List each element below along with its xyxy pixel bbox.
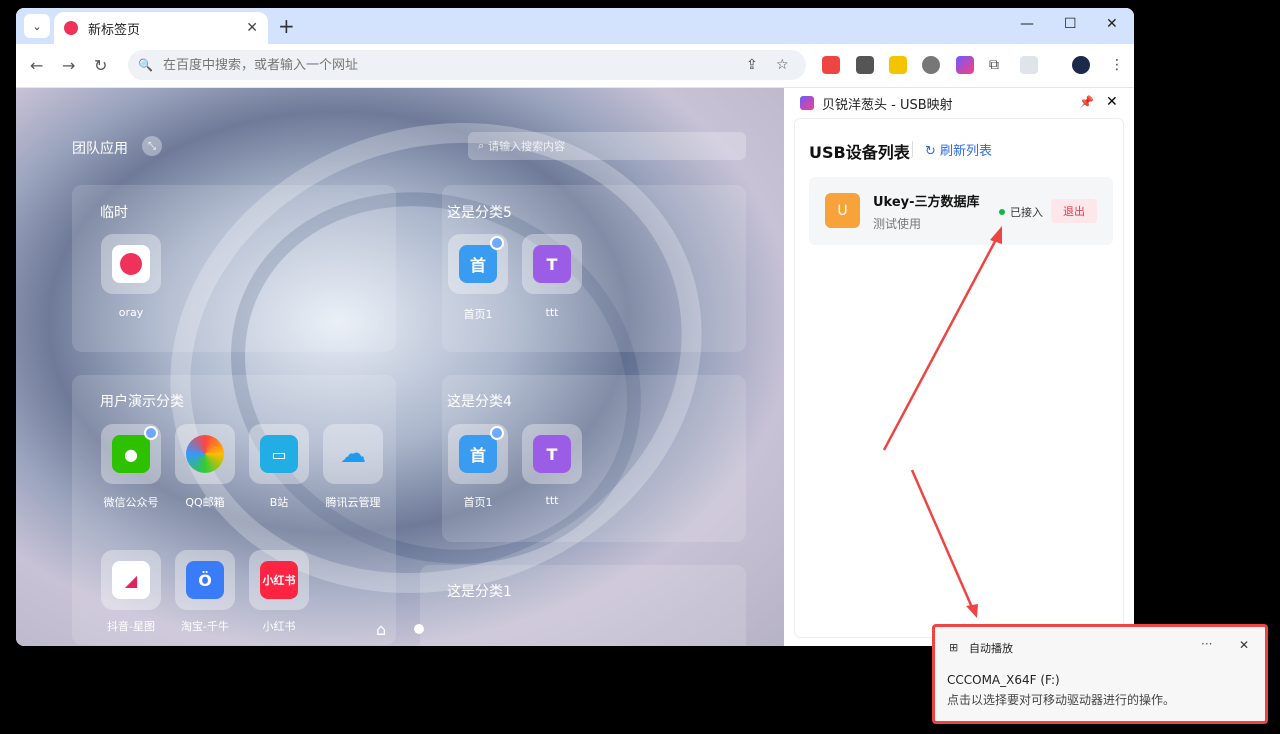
arrow-head-icon bbox=[966, 604, 978, 618]
autoplay-icon: ⊞ bbox=[949, 641, 959, 654]
toast-title: 自动播放 bbox=[969, 642, 1013, 655]
drive-label: CCCOMA_X64F (F:) bbox=[947, 673, 1060, 687]
more-options-icon[interactable]: ··· bbox=[1201, 637, 1212, 651]
arrow-head-icon bbox=[990, 226, 1002, 244]
annotation-arrow bbox=[910, 469, 976, 613]
close-icon[interactable]: ✕ bbox=[1239, 638, 1249, 652]
autoplay-notification[interactable]: ⊞ 自动播放 ··· ✕ CCCOMA_X64F (F:) 点击以选择要对可移动… bbox=[932, 624, 1268, 724]
annotation-arrow bbox=[882, 231, 1002, 451]
toast-message: 点击以选择要对可移动驱动器进行的操作。 bbox=[947, 693, 1176, 707]
